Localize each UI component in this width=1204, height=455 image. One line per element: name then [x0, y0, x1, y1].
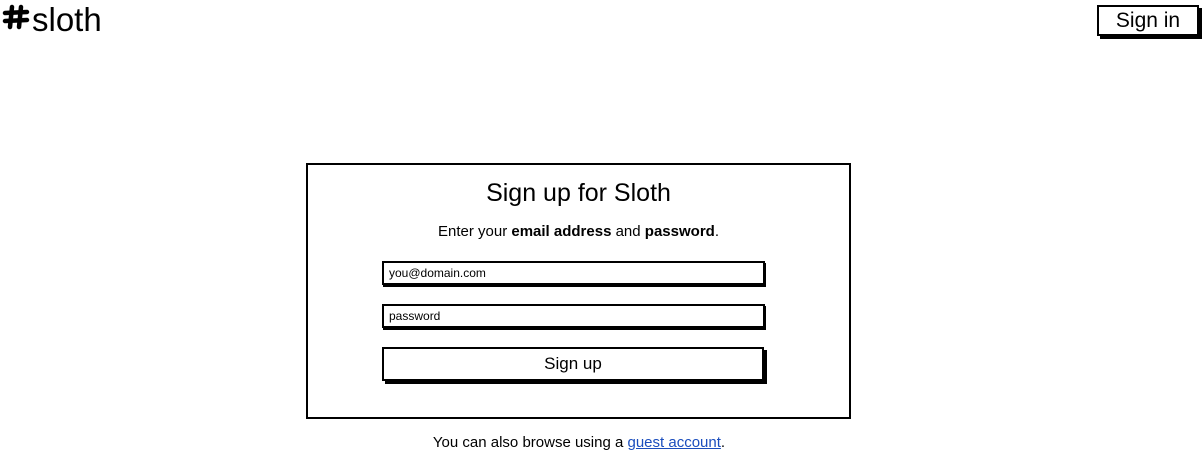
hashtag-icon: [2, 2, 32, 38]
instruction-text: Enter your: [437, 223, 512, 240]
signup-instructions: Enter your email address and password.: [308, 223, 849, 240]
logo[interactable]: sloth: [2, 2, 102, 38]
signup-panel: Sign up for Sloth Enter your email addre…: [306, 163, 851, 419]
logo-text: sloth: [32, 1, 102, 38]
instruction-text: .: [714, 223, 719, 240]
footer-text: You can also browse using a: [432, 434, 628, 451]
sign-up-button[interactable]: Sign up: [382, 347, 764, 381]
email-field[interactable]: [382, 261, 765, 285]
sign-in-button[interactable]: Sign in: [1097, 5, 1199, 36]
guest-account-link[interactable]: guest account: [628, 434, 721, 451]
page-title: Sign up for Sloth: [486, 179, 671, 207]
guest-browse-note: You can also browse using a guest accoun…: [0, 434, 1158, 451]
password-field[interactable]: [382, 304, 765, 328]
instruction-text: and: [611, 223, 645, 240]
instruction-password: password: [644, 223, 715, 240]
footer-text: .: [720, 434, 726, 451]
instruction-email: email address: [511, 223, 612, 240]
